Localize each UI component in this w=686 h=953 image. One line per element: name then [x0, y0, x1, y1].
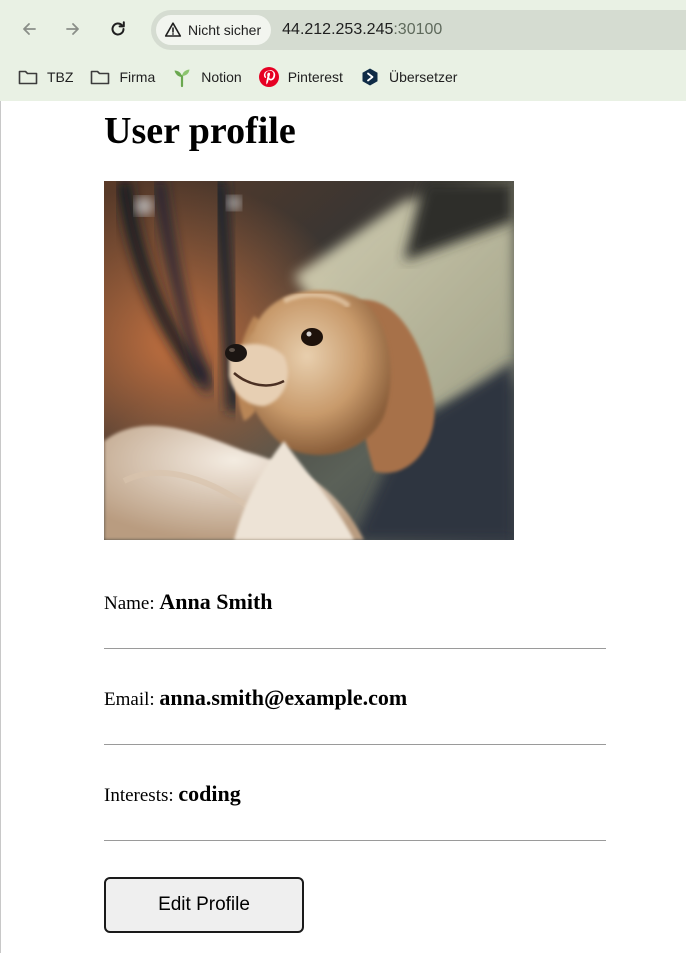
reload-button[interactable] — [101, 12, 135, 46]
divider — [104, 744, 606, 745]
name-field: Name: Anna Smith — [104, 589, 606, 615]
url-port: :30100 — [393, 21, 443, 38]
back-button[interactable] — [12, 12, 46, 46]
page-title: User profile — [104, 110, 296, 152]
url-text[interactable]: 44.212.253.245:30100 — [282, 21, 442, 39]
divider — [104, 648, 606, 649]
folder-icon — [17, 66, 39, 88]
bookmark-firma[interactable]: Firma — [81, 63, 163, 91]
arrow-left-icon — [23, 23, 36, 35]
warning-icon — [164, 22, 182, 37]
interests-label: Interests: — [104, 785, 179, 806]
profile-photo — [104, 181, 514, 540]
folder-icon — [89, 66, 111, 88]
email-label: Email: — [104, 689, 160, 710]
dog-photo — [104, 181, 514, 540]
interests-value: coding — [178, 781, 241, 806]
browser-toolbar: Nicht sicher 44.212.253.245:30100 — [0, 0, 686, 60]
bookmark-label: Firma — [119, 69, 156, 85]
bookmark-label: Übersetzer — [388, 69, 458, 85]
security-label: Nicht sicher — [188, 22, 262, 38]
bookmark-label: Pinterest — [287, 69, 343, 85]
bookmark-label: Notion — [201, 69, 242, 85]
bookmark-tbz[interactable]: TBZ — [9, 63, 81, 91]
pinterest-icon — [258, 66, 280, 88]
browser-chrome: Nicht sicher 44.212.253.245:30100 TBZ Fi… — [0, 0, 686, 101]
translator-icon — [359, 66, 381, 88]
interests-field: Interests: coding — [104, 781, 606, 807]
bookmark-label: TBZ — [47, 69, 74, 85]
name-label: Name: — [104, 593, 160, 614]
arrow-right-icon — [66, 23, 79, 35]
bookmarks-bar: TBZ Firma Notion Pinterest Übersetzer — [0, 60, 686, 94]
forward-button[interactable] — [56, 12, 90, 46]
bookmark-uebersetzer[interactable]: Übersetzer — [351, 63, 465, 91]
edit-profile-button[interactable]: Edit Profile — [104, 877, 304, 933]
email-value: anna.smith@example.com — [159, 685, 408, 710]
name-value: Anna Smith — [159, 589, 273, 614]
divider — [104, 840, 606, 841]
reload-icon — [111, 21, 125, 36]
page-content: User profile Name: Anna Smith Email: ann… — [0, 101, 686, 953]
security-indicator[interactable]: Nicht sicher — [156, 15, 272, 45]
url-host: 44.212.253.245 — [282, 21, 394, 38]
bookmark-notion[interactable]: Notion — [163, 63, 249, 91]
bookmark-pinterest[interactable]: Pinterest — [250, 63, 351, 91]
sprout-icon — [171, 66, 193, 88]
email-field: Email: anna.smith@example.com — [104, 685, 606, 711]
address-bar[interactable]: Nicht sicher 44.212.253.245:30100 — [151, 10, 686, 50]
